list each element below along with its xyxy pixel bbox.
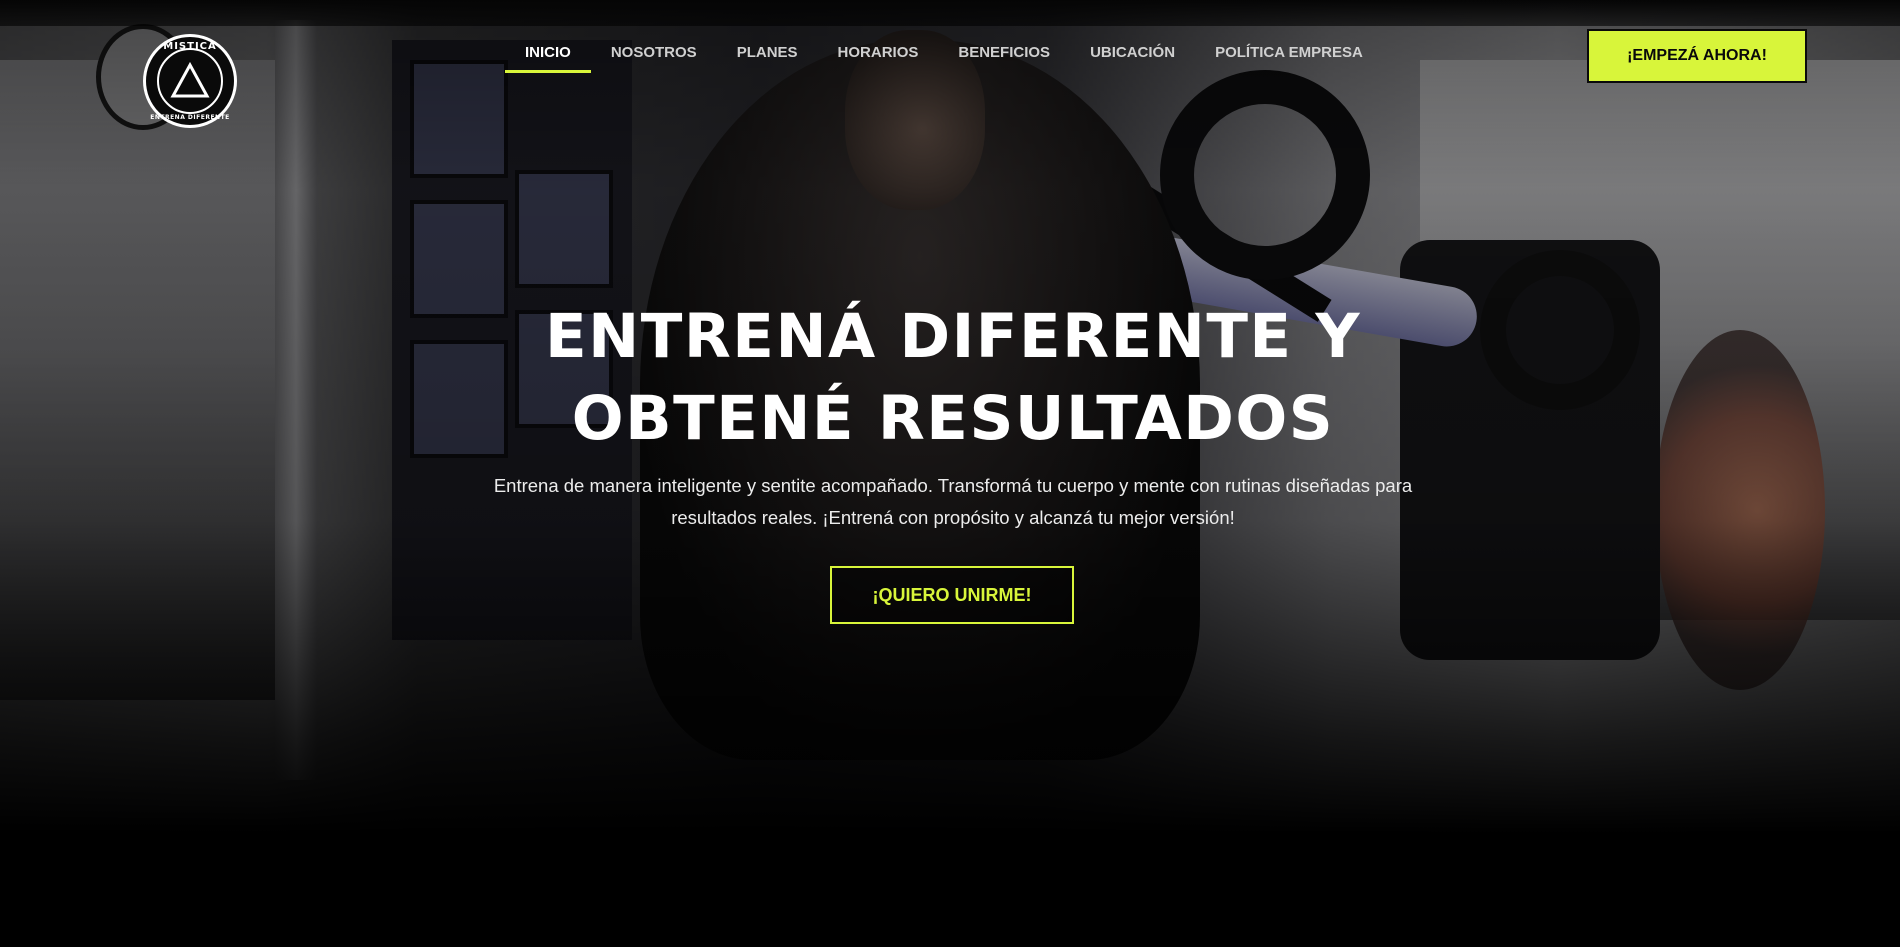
hero-title-line-1: ENTRENÁ DIFERENTE Y xyxy=(544,301,1362,372)
triangle-icon xyxy=(170,62,210,98)
logo-emblem xyxy=(157,48,223,114)
hero-subtitle: Entrena de manera inteligente y sentite … xyxy=(420,470,1486,534)
brand-logo[interactable]: MISTICA ENTRENA DIFERENTE xyxy=(143,34,237,128)
hero-subtitle-line-2: resultados reales. ¡Entrená con propósit… xyxy=(671,507,1235,528)
nav-item-horarios[interactable]: HORARIOS xyxy=(818,38,939,73)
logo-top-text: MISTICA xyxy=(163,41,217,52)
landing-page: MISTICA ENTRENA DIFERENTE INICIO NOSOTRO… xyxy=(0,0,1900,947)
join-button[interactable]: ¡QUIERO UNIRME! xyxy=(830,566,1074,624)
nav-item-nosotros[interactable]: NOSOTROS xyxy=(591,38,717,73)
start-now-button[interactable]: ¡EMPEZÁ AHORA! xyxy=(1587,29,1807,83)
hero-title-line-2: OBTENÉ RESULTADOS xyxy=(571,383,1335,454)
hero-title: ENTRENÁ DIFERENTE Y OBTENÉ RESULTADOS xyxy=(350,296,1556,460)
hero-subtitle-line-1: Entrena de manera inteligente y sentite … xyxy=(493,475,1413,496)
nav-item-politica-empresa[interactable]: POLÍTICA EMPRESA xyxy=(1195,38,1383,73)
main-nav: INICIO NOSOTROS PLANES HORARIOS BENEFICI… xyxy=(505,38,1383,73)
nav-item-beneficios[interactable]: BENEFICIOS xyxy=(938,38,1070,73)
nav-item-inicio[interactable]: INICIO xyxy=(505,38,591,73)
nav-item-planes[interactable]: PLANES xyxy=(717,38,818,73)
nav-item-ubicacion[interactable]: UBICACIÓN xyxy=(1070,38,1195,73)
logo-bottom-text: ENTRENA DIFERENTE xyxy=(150,114,230,121)
